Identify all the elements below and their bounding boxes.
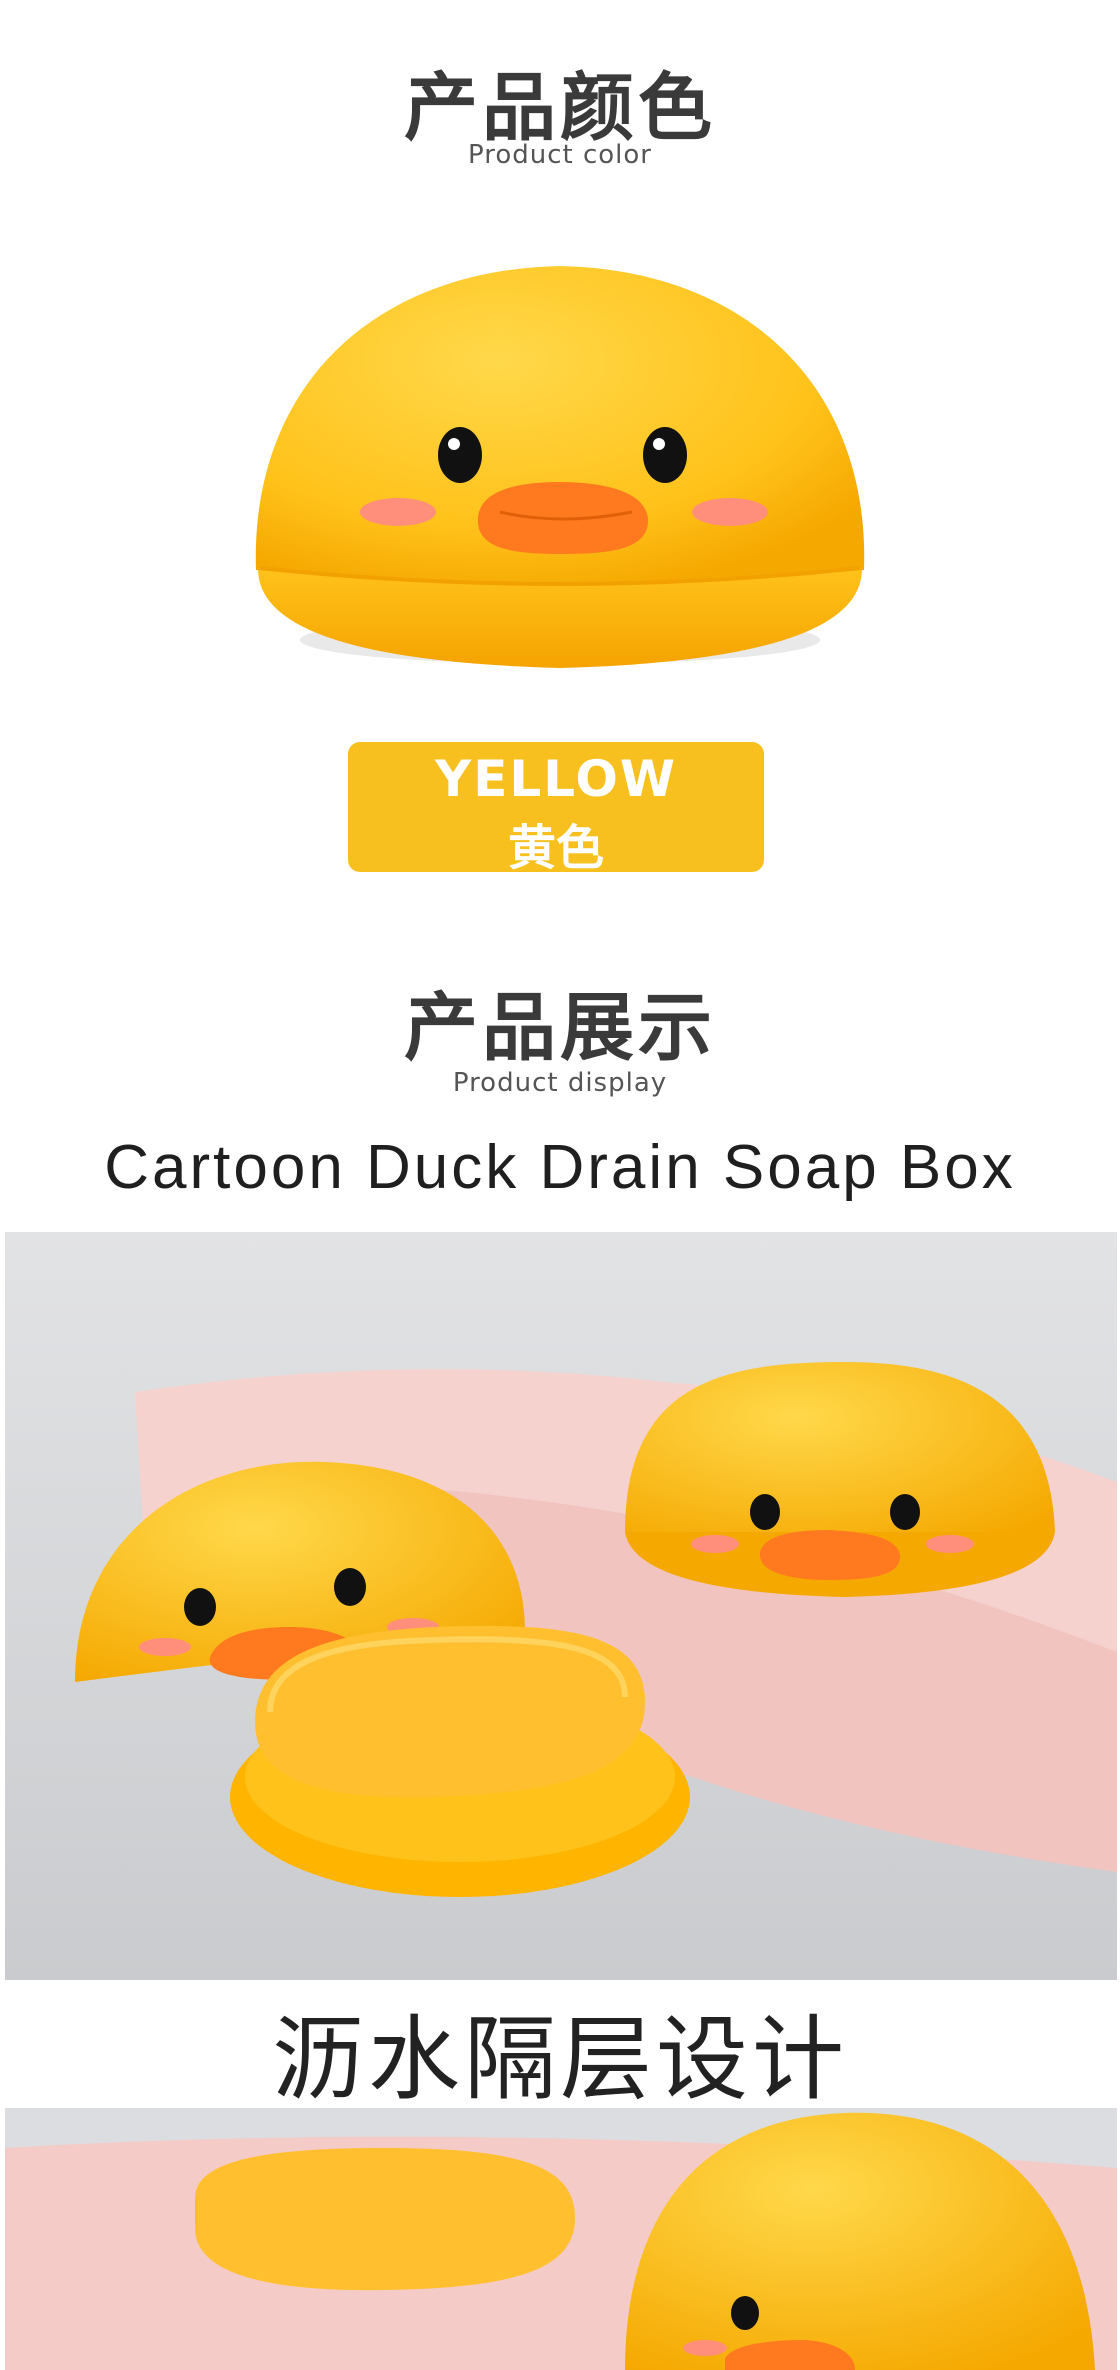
feature-title: 沥水隔层设计 [271, 2006, 848, 2113]
color-name-en: YELLOW [435, 750, 677, 808]
product-name: Cartoon Duck Drain Soap Box [104, 1133, 1016, 1202]
display-section-title: 产品展示 [404, 985, 716, 1071]
color-section-title: 产品颜色 [404, 65, 716, 151]
display-section-subtitle: Product display [452, 1068, 668, 1098]
duck-soap-box-image [255, 266, 865, 668]
color-section-subtitle: Product color [467, 140, 652, 170]
product-display-photo [5, 1232, 1117, 1980]
color-name-cn: 黄色 [507, 820, 604, 876]
color-badge-yellow: YELLOW 黄色 [348, 742, 764, 876]
detail-photo [5, 2108, 1117, 2370]
